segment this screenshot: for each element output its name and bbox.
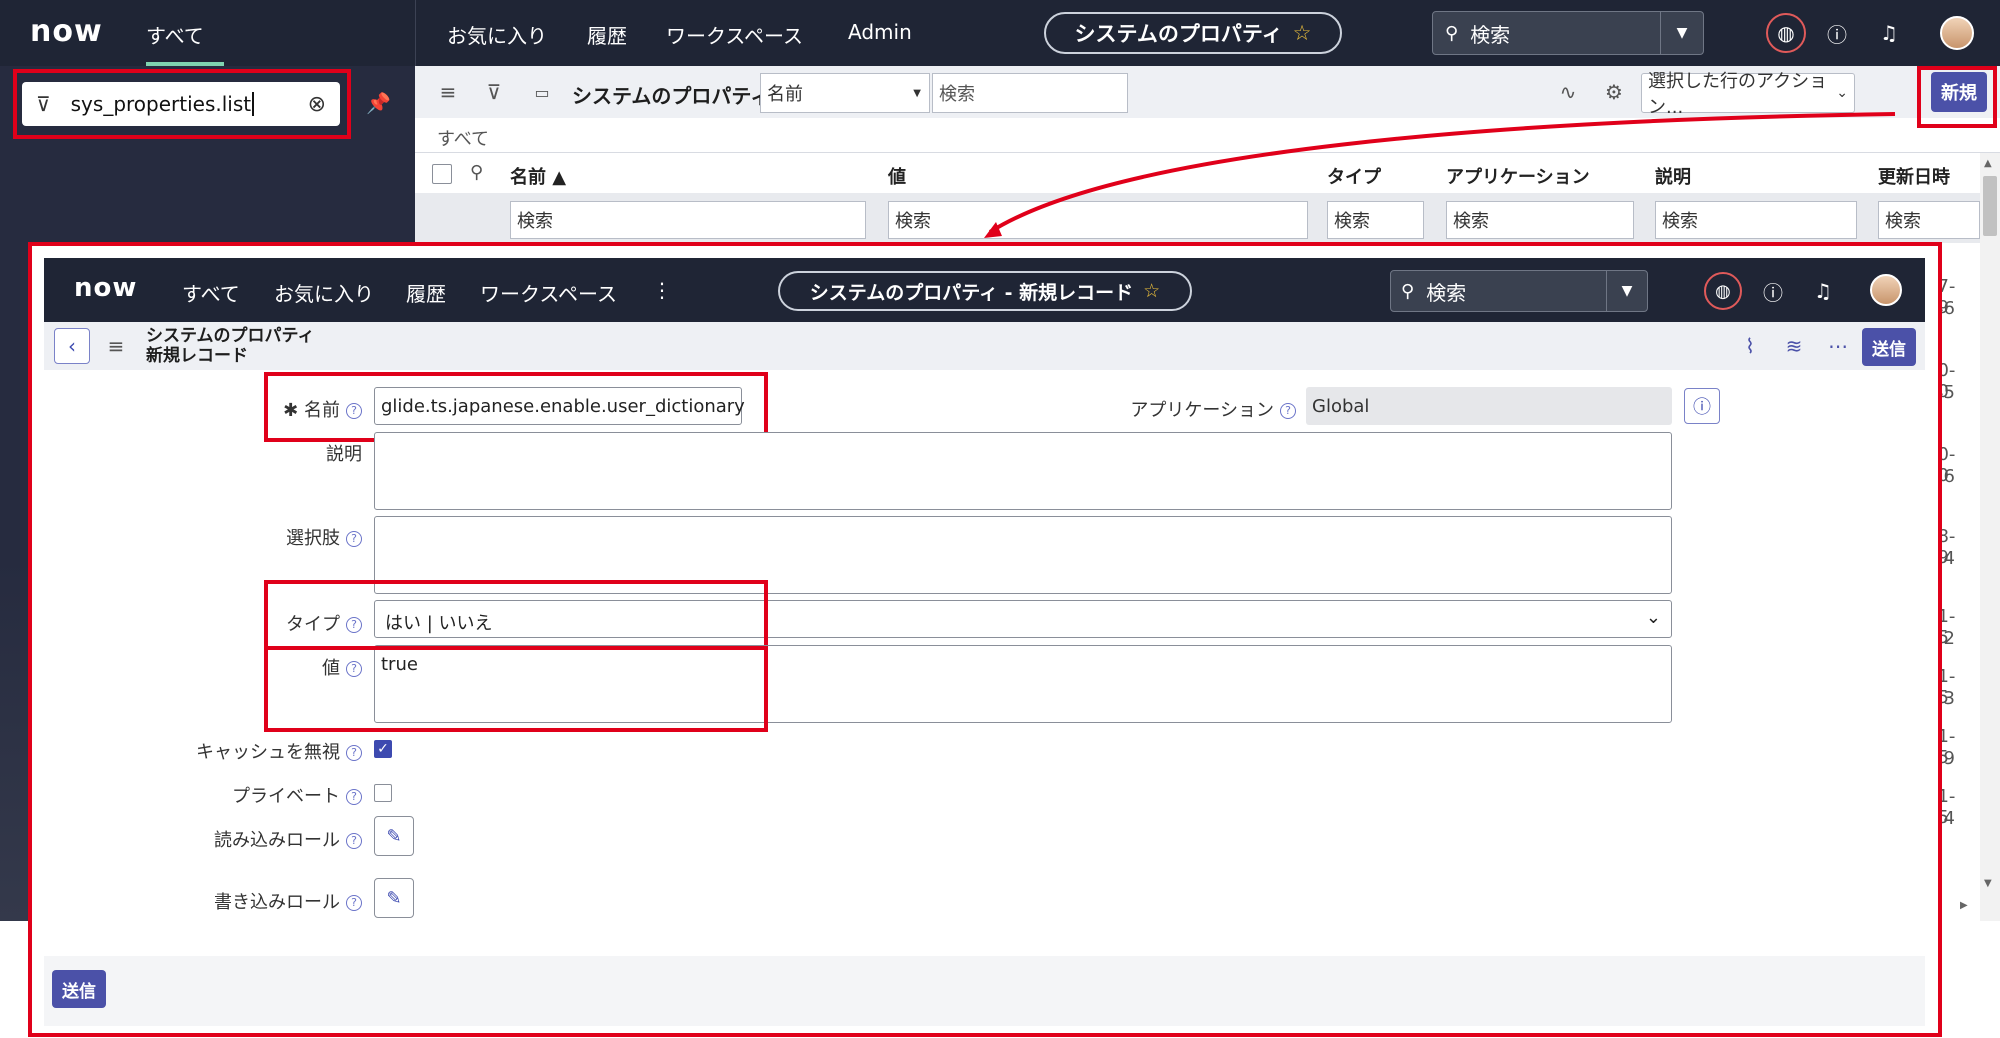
- annotation-arrow: [984, 112, 1896, 238]
